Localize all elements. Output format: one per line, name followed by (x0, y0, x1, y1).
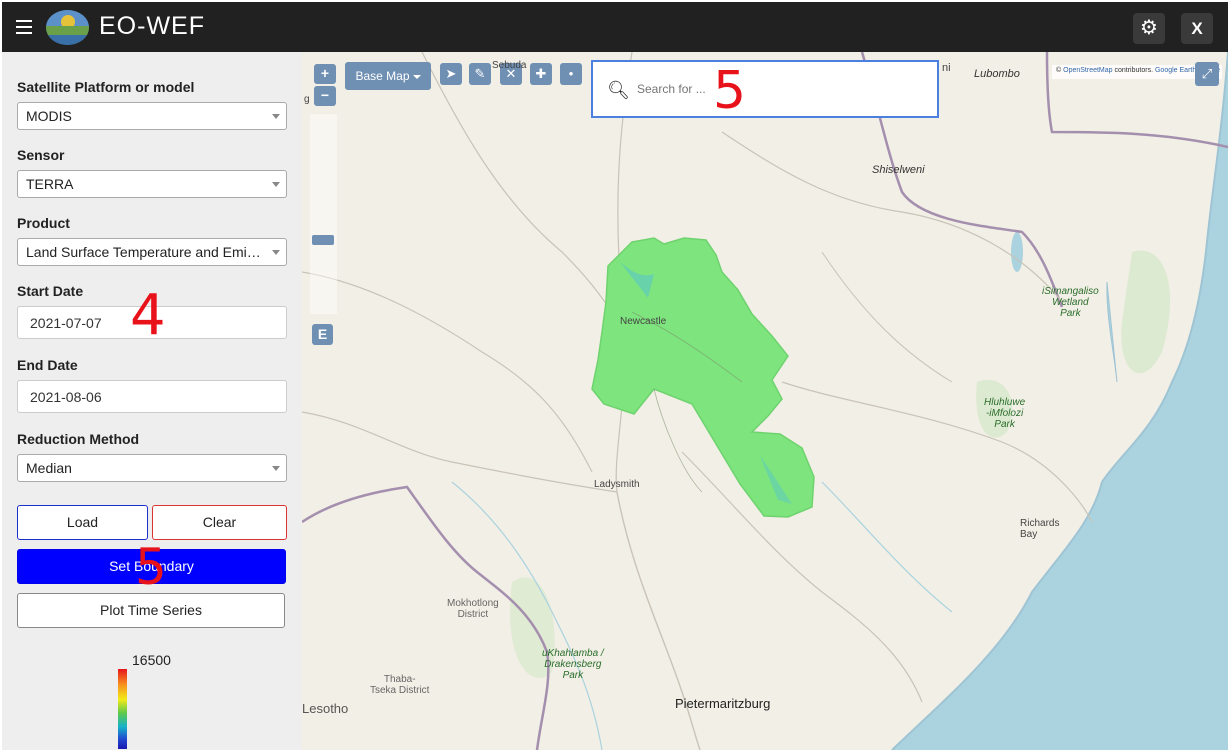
place-label: Thaba- Tseka District (370, 674, 430, 696)
search-box[interactable]: 🔍︎ 5 (591, 60, 939, 118)
product-label: Product (17, 215, 70, 231)
fullscreen-icon[interactable]: ⤢ (1195, 62, 1219, 86)
legend-color-bar (118, 669, 127, 749)
sensor-select[interactable]: TERRA (17, 170, 287, 198)
app-title: EO-WEF (99, 12, 205, 40)
chevron-down-icon (272, 182, 280, 187)
platform-label: Satellite Platform or model (17, 79, 195, 95)
chevron-down-icon (272, 114, 280, 119)
top-bar: EO-WEF ⚙ X (2, 2, 1228, 52)
map-view[interactable]: + − E Base Map ➤ ✎ ✕ ✚ • 🔍︎ 5 © OpenStre… (302, 52, 1228, 750)
base-map-label: Base Map (355, 69, 410, 83)
place-label: Pietermaritzburg (675, 696, 771, 711)
place-label: Lesotho (302, 701, 349, 716)
place-label: ni (942, 62, 951, 74)
map-background (302, 52, 1228, 750)
start-date-label: Start Date (17, 283, 84, 299)
zoom-out-button[interactable]: − (314, 86, 336, 106)
place-label: Shiselweni (872, 164, 925, 176)
base-map-dropdown[interactable]: Base Map (345, 62, 431, 90)
point-icon[interactable]: • (560, 63, 582, 85)
place-label: Mokhotlong District (447, 598, 499, 620)
legend-max-value: 16500 (132, 652, 171, 668)
place-label: uKhahlamba / Drakensberg Park (542, 648, 604, 681)
place-label: iSimangaliso Wetland Park (1042, 286, 1099, 319)
place-label: g (304, 94, 310, 105)
chevron-down-icon (272, 466, 280, 471)
product-select[interactable]: Land Surface Temperature and Emissivity (17, 238, 287, 266)
close-button[interactable]: X (1181, 13, 1213, 44)
select-arrow-icon[interactable]: ➤ (440, 63, 462, 85)
platform-value: MODIS (26, 108, 72, 124)
chevron-down-icon (272, 250, 280, 255)
annotation-number-5-search: 5 (713, 61, 747, 121)
place-label: Sebuda (492, 60, 527, 71)
zoom-in-button[interactable]: + (314, 64, 336, 84)
clear-button[interactable]: Clear (152, 505, 287, 540)
annotation-number-5: 5 (135, 538, 167, 596)
load-button[interactable]: Load (17, 505, 148, 540)
app-logo (46, 10, 89, 45)
place-label: Lubombo (974, 68, 1020, 80)
place-label: Richards Bay (1020, 518, 1060, 540)
search-icon: 🔍︎ (607, 80, 630, 100)
settings-button[interactable]: ⚙ (1133, 13, 1165, 44)
place-label: Newcastle (620, 316, 667, 327)
reduction-value: Median (26, 460, 72, 476)
place-label: Hluhluwe -iMfolozi Park (984, 397, 1026, 430)
end-date-label: End Date (17, 357, 78, 373)
sensor-value: TERRA (26, 176, 74, 192)
app-frame: EO-WEF ⚙ X Satellite Platform or model M… (0, 0, 1230, 752)
move-icon[interactable]: ✚ (530, 63, 552, 85)
chevron-down-icon (412, 74, 421, 79)
zoom-slider-handle[interactable] (312, 235, 334, 245)
product-value: Land Surface Temperature and Emissivity (26, 244, 264, 260)
gear-icon: ⚙ (1140, 17, 1158, 39)
end-date-input[interactable]: 2021-08-06 (17, 380, 287, 413)
sidebar-panel: Satellite Platform or model MODIS Sensor… (2, 52, 302, 750)
plot-time-series-button[interactable]: Plot Time Series (17, 593, 285, 628)
zoom-slider-track[interactable] (310, 114, 337, 314)
reduction-label: Reduction Method (17, 431, 140, 447)
sensor-label: Sensor (17, 147, 65, 163)
annotation-number-4: 4 (130, 283, 166, 348)
hamburger-icon[interactable] (16, 20, 32, 34)
e-control-button[interactable]: E (312, 324, 333, 345)
platform-select[interactable]: MODIS (17, 102, 287, 130)
reduction-select[interactable]: Median (17, 454, 287, 482)
place-label: Ladysmith (594, 479, 640, 490)
osm-link[interactable]: OpenStreetMap (1063, 67, 1112, 74)
pencil-icon[interactable]: ✎ (469, 63, 491, 85)
